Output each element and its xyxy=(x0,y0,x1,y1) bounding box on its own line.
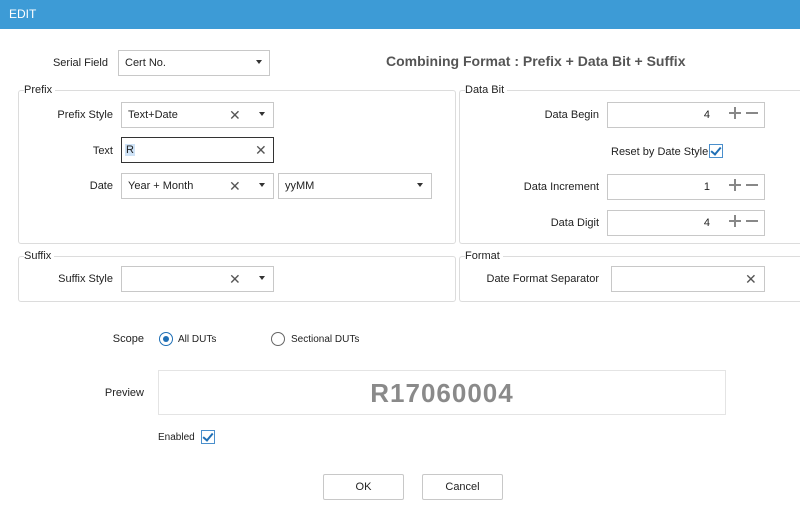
data-increment-stepper[interactable]: 1 xyxy=(607,174,765,200)
data-begin-value: 4 xyxy=(703,109,710,121)
data-digit-stepper[interactable]: 4 xyxy=(607,210,765,236)
plus-icon[interactable] xyxy=(729,107,741,119)
suffix-style-label: Suffix Style xyxy=(58,273,113,285)
chevron-down-icon[interactable] xyxy=(259,276,265,280)
prefix-date-select[interactable]: Year + Month ✕ xyxy=(121,173,274,199)
data-begin-stepper[interactable]: 4 xyxy=(607,102,765,128)
chevron-down-icon[interactable] xyxy=(256,60,262,64)
prefix-style-value: Text+Date xyxy=(128,109,178,121)
window-title: EDIT xyxy=(9,7,37,21)
scope-label: Scope xyxy=(112,333,144,345)
data-bit-group-title: Data Bit xyxy=(465,84,508,96)
cancel-button[interactable]: Cancel xyxy=(422,474,503,500)
enabled-checkbox[interactable] xyxy=(201,430,215,444)
close-icon[interactable]: ✕ xyxy=(229,177,241,195)
serial-field-label: Serial Field xyxy=(52,57,108,69)
suffix-group-title: Suffix xyxy=(24,250,55,262)
text-label: Text xyxy=(92,145,113,157)
minus-icon[interactable] xyxy=(746,220,758,222)
data-digit-value: 4 xyxy=(703,217,710,229)
chevron-down-icon[interactable] xyxy=(259,112,265,116)
enabled-label: Enabled xyxy=(158,432,195,443)
data-increment-value: 1 xyxy=(703,181,710,193)
scope-sectional-duts-label[interactable]: Sectional DUTs xyxy=(291,334,359,345)
prefix-date-value: Year + Month xyxy=(128,180,194,192)
prefix-group-title: Prefix xyxy=(24,84,56,96)
scope-all-duts-label[interactable]: All DUTs xyxy=(178,334,216,345)
chevron-down-icon[interactable] xyxy=(417,183,423,187)
data-begin-label: Data Begin xyxy=(544,109,599,121)
scope-all-duts-radio[interactable] xyxy=(159,332,173,346)
prefix-text-value: R xyxy=(125,144,135,156)
preview-label: Preview xyxy=(104,387,144,399)
minus-icon[interactable] xyxy=(746,184,758,186)
date-format-select[interactable]: yyMM xyxy=(278,173,432,199)
data-increment-label: Data Increment xyxy=(523,181,599,193)
minus-icon[interactable] xyxy=(746,112,758,114)
chevron-down-icon[interactable] xyxy=(259,183,265,187)
close-icon[interactable]: ✕ xyxy=(255,141,267,159)
window-title-bar: EDIT xyxy=(0,0,800,29)
data-digit-label: Data Digit xyxy=(550,217,599,229)
date-label: Date xyxy=(89,180,113,192)
close-icon[interactable]: ✕ xyxy=(229,106,241,124)
prefix-style-select[interactable]: Text+Date ✕ xyxy=(121,102,274,128)
reset-by-date-style-checkbox[interactable] xyxy=(709,144,723,158)
prefix-text-input[interactable]: R ✕ xyxy=(121,137,274,163)
prefix-style-label: Prefix Style xyxy=(57,109,113,121)
serial-field-value: Cert No. xyxy=(125,57,166,69)
suffix-style-select[interactable]: ✕ xyxy=(121,266,274,292)
close-icon[interactable]: ✕ xyxy=(229,270,241,288)
plus-icon[interactable] xyxy=(729,179,741,191)
ok-button[interactable]: OK xyxy=(323,474,404,500)
scope-sectional-duts-radio[interactable] xyxy=(271,332,285,346)
plus-icon[interactable] xyxy=(729,215,741,227)
preview-value: R17060004 xyxy=(370,378,514,408)
combining-format-title: Combining Format : Prefix + Data Bit + S… xyxy=(386,53,686,69)
date-format-separator-input[interactable]: ✕ xyxy=(611,266,765,292)
preview-box: R17060004 xyxy=(158,370,726,415)
reset-by-date-style-label: Reset by Date Style xyxy=(611,146,709,158)
date-format-separator-label: Date Format Separator xyxy=(486,273,600,285)
format-group-title: Format xyxy=(465,250,503,262)
serial-field-select[interactable]: Cert No. xyxy=(118,50,270,76)
date-format-value: yyMM xyxy=(285,180,315,192)
close-icon[interactable]: ✕ xyxy=(745,270,757,288)
